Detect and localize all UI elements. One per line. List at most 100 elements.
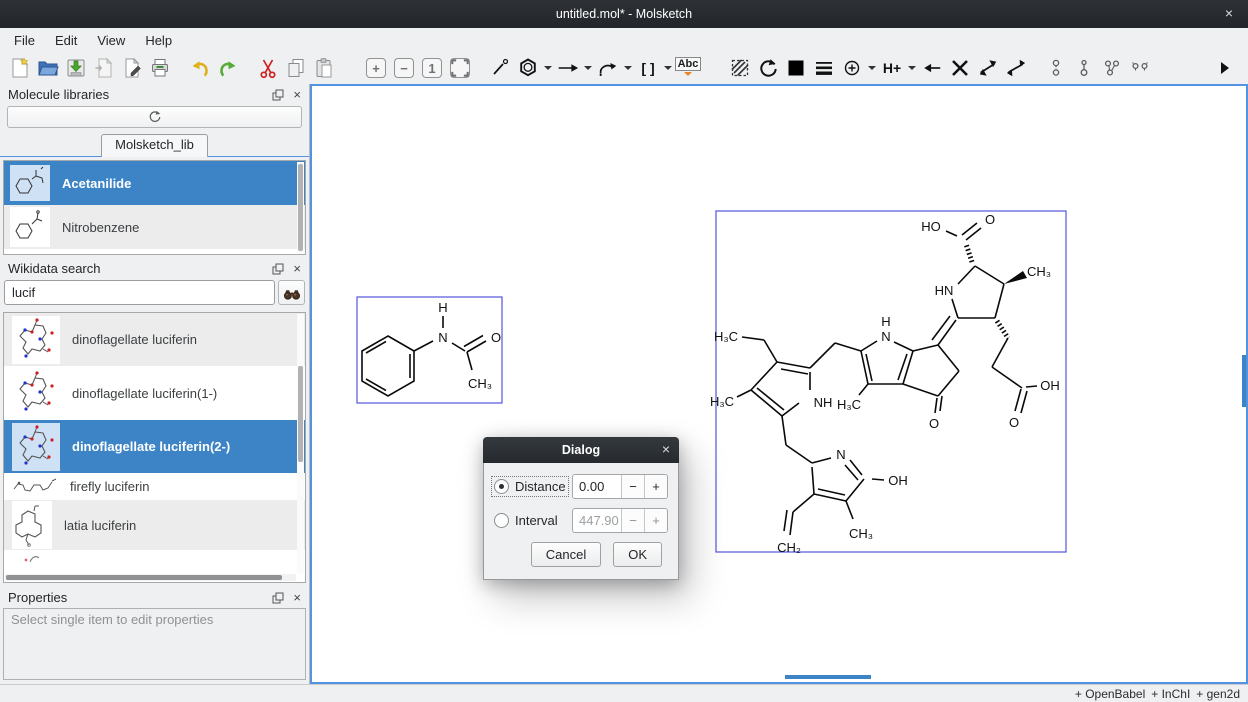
zoom-original-button[interactable]: 1 — [418, 55, 446, 82]
chevron-down-icon — [584, 66, 592, 74]
list-item-dinoflagellate-luciferin-2[interactable]: dinoflagellate luciferin(2-) — [4, 420, 305, 473]
menu-view[interactable]: View — [87, 30, 135, 51]
hydrogen-button[interactable]: H+ — [878, 55, 906, 82]
list-item-acetanilide[interactable]: Acetanilide — [4, 161, 305, 205]
wikidata-list-vscrollbar[interactable] — [297, 314, 304, 573]
menu-file[interactable]: File — [4, 30, 45, 51]
benzene-ring-icon — [517, 57, 539, 79]
tab-molsketch-lib[interactable]: Molsketch_lib — [101, 134, 208, 157]
charge-dropdown[interactable] — [866, 55, 878, 82]
canvas-scene: H N O CH₃ — [312, 86, 1246, 682]
print-button[interactable] — [146, 55, 174, 82]
close-panel-icon[interactable]: × — [293, 87, 301, 102]
scrollbar-thumb[interactable] — [6, 575, 282, 580]
float-panel-icon[interactable] — [272, 89, 284, 101]
cut-button[interactable] — [254, 55, 282, 82]
distance-increment-button[interactable]: + — [644, 475, 667, 498]
lasso-selection-button[interactable] — [726, 55, 754, 82]
cancel-button[interactable]: Cancel — [531, 542, 601, 567]
charge-button[interactable] — [838, 55, 866, 82]
rotate-button[interactable] — [754, 55, 782, 82]
export-button[interactable] — [118, 55, 146, 82]
zoom-fit-button[interactable] — [446, 55, 474, 82]
ok-button[interactable]: OK — [613, 542, 662, 567]
distance-value[interactable]: 0.00 — [573, 475, 621, 498]
acetanilide-molecule[interactable]: H N O CH₃ — [357, 297, 502, 403]
menu-edit[interactable]: Edit — [45, 30, 87, 51]
color-picker-button[interactable] — [782, 55, 810, 82]
ring-tool-button[interactable] — [514, 55, 542, 82]
dialog-close-button[interactable]: × — [662, 441, 670, 457]
zoom-out-button[interactable]: − — [390, 55, 418, 82]
copy-button[interactable] — [282, 55, 310, 82]
flip-bond-2-button[interactable] — [1002, 55, 1030, 82]
toolbar-overflow-button[interactable] — [1214, 55, 1242, 82]
optimize-button[interactable] — [1042, 55, 1070, 82]
atom-label: H₃C — [837, 397, 861, 412]
window-close-button[interactable]: × — [1220, 5, 1238, 21]
atom-label: O — [985, 212, 995, 227]
wikidata-list-hscrollbar[interactable] — [5, 574, 296, 581]
gen2d-button[interactable] — [1126, 55, 1154, 82]
zoom-in-button[interactable]: + — [362, 55, 390, 82]
open-button[interactable] — [34, 55, 62, 82]
luciferin-molecule[interactable]: HO O CH₃ HN H N H₃C H₃C NH H₃C O OH O N … — [710, 211, 1066, 555]
interval-value[interactable]: 447.90 — [573, 509, 621, 532]
list-item-firefly-luciferin[interactable]: firefly luciferin — [4, 473, 305, 500]
distance-radio[interactable] — [494, 479, 509, 494]
hydrogen-dropdown[interactable] — [906, 55, 918, 82]
add-hydrogens-button[interactable] — [1070, 55, 1098, 82]
save-button[interactable] — [62, 55, 90, 82]
ring-tool-dropdown[interactable] — [542, 55, 554, 82]
list-item-latia-luciferin[interactable]: latia luciferin — [4, 500, 305, 550]
mechanism-arrow-button[interactable] — [594, 55, 622, 82]
float-panel-icon[interactable] — [272, 592, 284, 604]
drawing-canvas[interactable]: H N O CH₃ — [310, 84, 1248, 684]
interval-radio[interactable] — [494, 513, 509, 528]
refresh-libraries-button[interactable] — [7, 106, 302, 128]
interval-decrement-button[interactable]: − — [621, 509, 644, 532]
dialog-body: Distance 0.00 − + Interval 447.90 − + Ca… — [483, 463, 679, 580]
dialog-titlebar[interactable]: Dialog × — [483, 437, 679, 463]
close-panel-icon[interactable]: × — [293, 261, 301, 276]
interval-increment-button[interactable]: + — [644, 509, 667, 532]
import-button[interactable] — [90, 55, 118, 82]
connect-button[interactable] — [918, 55, 946, 82]
redo-button[interactable] — [214, 55, 242, 82]
reaction-arrow-dropdown[interactable] — [582, 55, 594, 82]
list-item-label: dinoflagellate luciferin(1-) — [72, 386, 217, 401]
canvas-vertical-scrollbar[interactable] — [1242, 355, 1246, 407]
wikidata-search-panel: Wikidata search × dinoflagellate lucifer… — [0, 258, 309, 586]
atom-label: OH — [888, 473, 908, 488]
text-tool-button[interactable]: Abc — [674, 55, 702, 82]
list-item-partial[interactable] — [4, 550, 305, 565]
paste-button[interactable] — [310, 55, 338, 82]
list-item-nitrobenzene[interactable]: Nitrobenzene — [4, 205, 305, 249]
wikidata-search-button[interactable] — [278, 280, 305, 305]
new-document-button[interactable] — [6, 55, 34, 82]
mechanism-arrow-dropdown[interactable] — [622, 55, 634, 82]
float-panel-icon[interactable] — [272, 263, 284, 275]
library-list-scrollbar[interactable] — [297, 162, 304, 253]
delete-button[interactable] — [946, 55, 974, 82]
list-item-dinoflagellate-luciferin-1[interactable]: dinoflagellate luciferin(1-) — [4, 366, 305, 420]
close-panel-icon[interactable]: × — [293, 590, 301, 605]
scrollbar-thumb[interactable] — [298, 164, 303, 251]
scrollbar-thumb[interactable] — [298, 366, 303, 462]
undo-button[interactable] — [186, 55, 214, 82]
menu-help[interactable]: Help — [135, 30, 182, 51]
nitrobenzene-thumbnail — [10, 207, 50, 247]
window-titlebar[interactable]: untitled.mol* - Molsketch × — [0, 0, 1248, 28]
atom-label: CH₃ — [1027, 264, 1051, 279]
list-item-dinoflagellate-luciferin[interactable]: dinoflagellate luciferin — [4, 313, 305, 366]
remove-hydrogens-button[interactable] — [1098, 55, 1126, 82]
bracket-tool-button[interactable]: [ ] — [634, 55, 662, 82]
draw-bond-button[interactable] — [486, 55, 514, 82]
canvas-horizontal-scrollbar[interactable] — [785, 675, 871, 679]
reaction-arrow-button[interactable] — [554, 55, 582, 82]
wikidata-search-input[interactable] — [4, 280, 275, 305]
distance-decrement-button[interactable]: − — [621, 475, 644, 498]
flip-bond-1-button[interactable] — [974, 55, 1002, 82]
bracket-tool-dropdown[interactable] — [662, 55, 674, 82]
line-width-button[interactable] — [810, 55, 838, 82]
